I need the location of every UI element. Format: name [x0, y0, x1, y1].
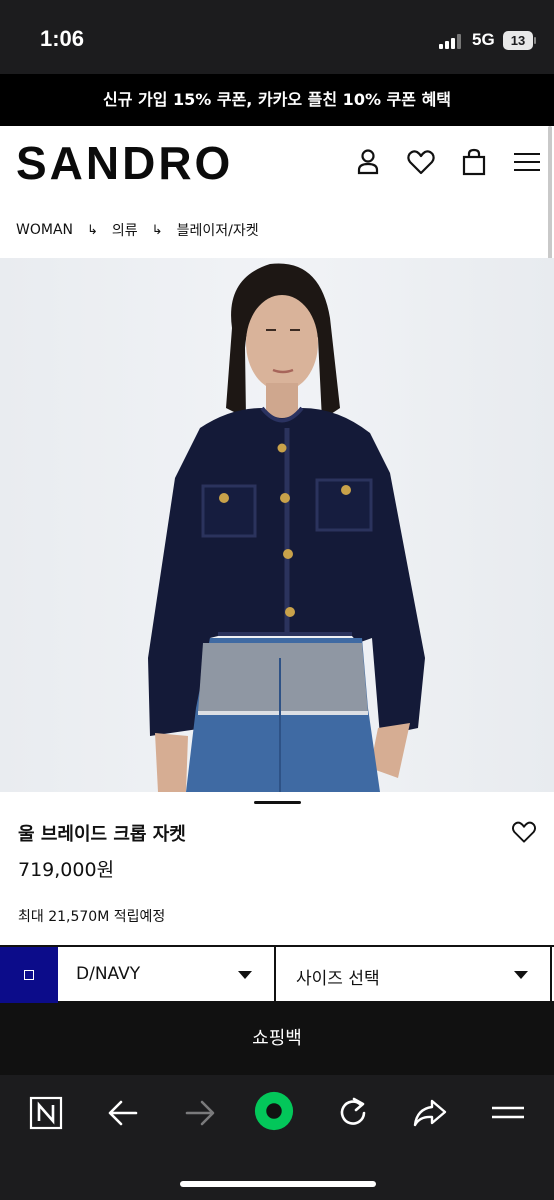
- menu-lines-icon[interactable]: [488, 1093, 528, 1133]
- brand-logo[interactable]: SANDRO: [16, 136, 233, 190]
- status-time: 1:06: [40, 26, 85, 51]
- reload-icon[interactable]: [333, 1093, 373, 1133]
- share-icon[interactable]: [410, 1093, 450, 1133]
- green-dot-icon[interactable]: [254, 1091, 298, 1135]
- size-select-placeholder: 사이즈 선택: [296, 969, 380, 989]
- add-to-shopping-bag-button[interactable]: 쇼핑백: [0, 1003, 554, 1075]
- product-price: 719,000원: [18, 859, 115, 881]
- color-select[interactable]: D/NAVY: [58, 947, 276, 1003]
- breadcrumb-item-woman[interactable]: WOMAN: [16, 222, 73, 238]
- sheet-drag-handle[interactable]: [254, 801, 301, 804]
- breadcrumb: WOMAN ↳ 의류 ↳ 블레이저/자켓: [16, 218, 259, 242]
- home-indicator[interactable]: [180, 1181, 376, 1187]
- naver-n-icon[interactable]: [26, 1093, 66, 1133]
- size-select[interactable]: 사이즈 선택: [278, 947, 552, 1003]
- battery-icon: 13: [503, 31, 533, 50]
- browser-toolbar: [0, 1075, 554, 1200]
- color-swatch[interactable]: [0, 947, 58, 1003]
- back-arrow-icon[interactable]: [103, 1093, 143, 1133]
- breadcrumb-item-clothing[interactable]: 의류: [112, 220, 138, 240]
- reward-points: 최대 21,570M 적립예정: [18, 909, 166, 925]
- breadcrumb-separator-icon: ↳: [151, 222, 163, 238]
- battery-nub: [534, 37, 536, 44]
- wishlist-heart-icon[interactable]: [510, 818, 538, 846]
- breadcrumb-item-blazer-jacket[interactable]: 블레이저/자켓: [177, 220, 259, 240]
- model-illustration: [148, 263, 425, 792]
- signal-icon: [439, 33, 465, 49]
- swatch-selected-marker: [24, 970, 34, 980]
- option-selectors: D/NAVY 사이즈 선택: [0, 945, 554, 1003]
- color-select-value: D/NAVY: [76, 964, 141, 984]
- chevron-down-icon: [238, 971, 252, 979]
- menu-icon[interactable]: [511, 146, 543, 178]
- promo-banner[interactable]: 신규 가입 15% 쿠폰, 카카오 플친 10% 쿠폰 혜택: [0, 74, 554, 126]
- status-bar: 1:06 5G 13: [0, 0, 554, 74]
- product-name: 울 브레이드 크롭 자켓: [18, 824, 186, 845]
- network-label: 5G: [472, 30, 495, 49]
- forward-arrow-icon[interactable]: [180, 1093, 220, 1133]
- product-image[interactable]: [0, 258, 554, 792]
- chevron-down-icon: [514, 971, 528, 979]
- site-header: SANDRO: [0, 126, 554, 202]
- heart-icon[interactable]: [405, 146, 437, 178]
- user-icon[interactable]: [352, 146, 384, 178]
- breadcrumb-separator-icon: ↳: [87, 222, 98, 238]
- shopping-bag-icon[interactable]: [458, 146, 490, 178]
